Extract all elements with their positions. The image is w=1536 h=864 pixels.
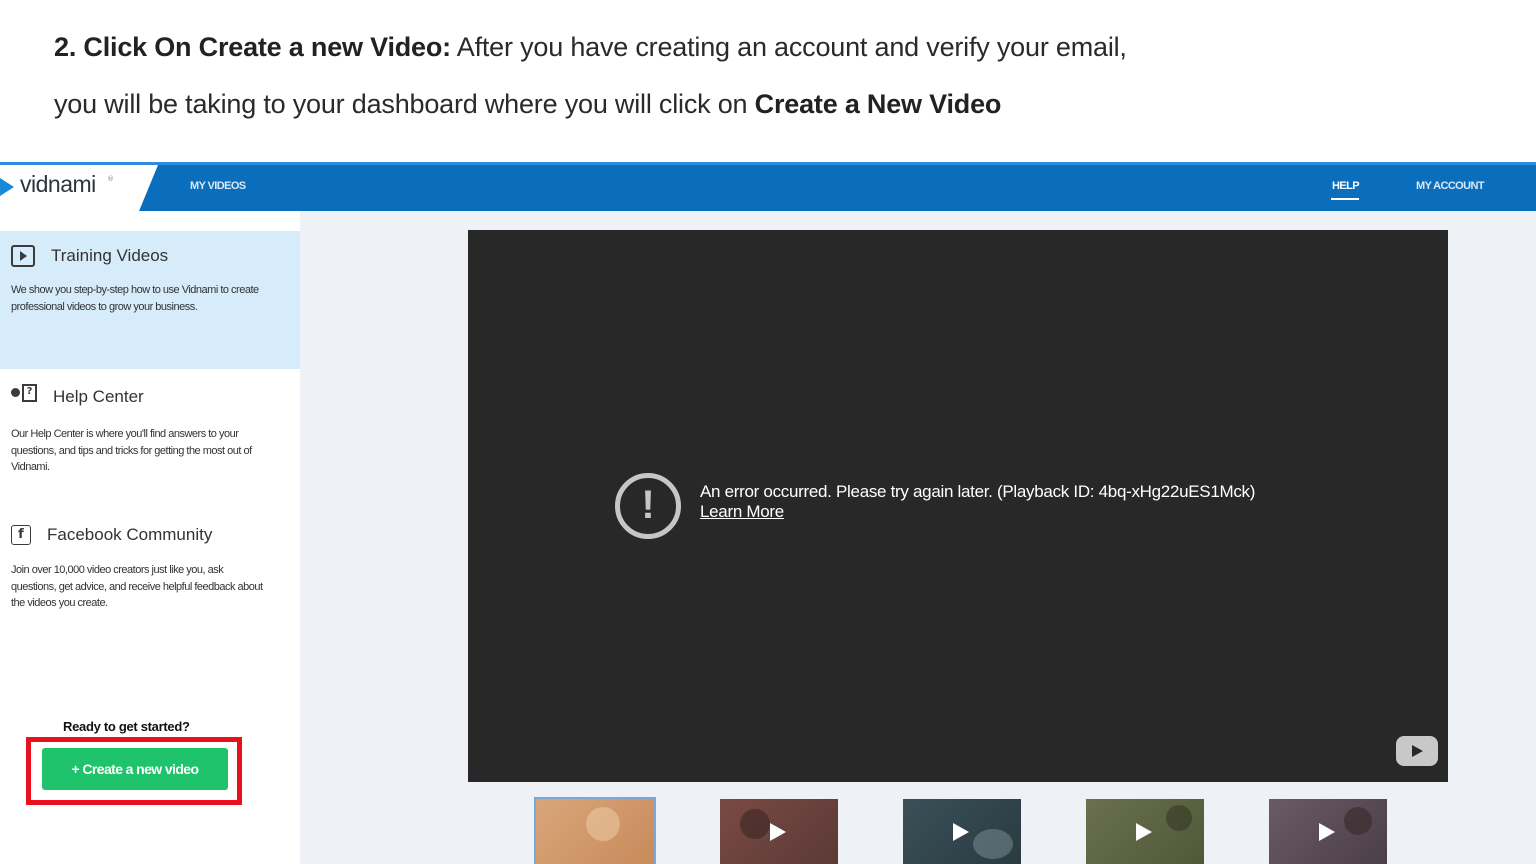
logo-text: vidnami (20, 171, 96, 197)
thumbnail-figure (973, 829, 1013, 859)
card-header: Help Center (11, 384, 144, 408)
nav-help[interactable]: HELP (1332, 180, 1360, 192)
logo[interactable]: vidnami ® (0, 165, 158, 211)
logo-play-icon (0, 178, 14, 196)
help-person-icon (11, 384, 37, 408)
sidebar-card-facebook-community[interactable]: f Facebook Community Join over 10,000 vi… (0, 507, 300, 667)
play-icon (1136, 823, 1152, 841)
instruction-step-title: 2. Click On Create a new Video: (54, 32, 451, 62)
youtube-icon[interactable] (1396, 736, 1438, 766)
instruction-highlight: Create a New Video (754, 89, 1002, 119)
ready-to-start-label: Ready to get started? (63, 719, 190, 734)
card-title: Help Center (53, 387, 144, 406)
sidebar-card-help-center[interactable]: Help Center Our Help Center is where you… (0, 369, 300, 507)
video-thumbnail[interactable] (1269, 799, 1387, 864)
instruction-text: After you have creating an account and v… (450, 32, 1127, 62)
video-thumbnail[interactable] (534, 797, 656, 864)
facebook-icon: f (11, 525, 31, 545)
card-description: We show you step-by-step how to use Vidn… (11, 284, 259, 313)
video-thumbnail[interactable] (903, 799, 1021, 864)
error-icon: ! (615, 473, 681, 539)
instruction-text: you will be taking to your dashboard whe… (54, 89, 755, 119)
card-description: Our Help Center is where you'll find ans… (11, 428, 252, 473)
learn-more-link[interactable]: Learn More (700, 502, 784, 522)
video-play-icon (11, 245, 35, 267)
logo-registered-mark: ® (107, 175, 114, 183)
play-icon (1319, 823, 1335, 841)
nav-my-account[interactable]: MY ACCOUNT (1416, 180, 1485, 192)
card-title: Training Videos (51, 246, 169, 265)
thumbnail-figure (586, 807, 620, 841)
create-new-video-button[interactable]: + Create a new video (42, 748, 228, 790)
app-screenshot: vidnami ® MY VIDEOS HELP MY ACCOUNT Trai… (0, 162, 1536, 864)
video-thumbnail[interactable] (1086, 799, 1204, 864)
thumbnail-figure (740, 809, 770, 839)
play-icon (953, 823, 969, 841)
video-player[interactable]: ! An error occurred. Please try again la… (468, 230, 1448, 782)
sidebar-card-training-videos[interactable]: Training Videos We show you step-by-step… (0, 231, 300, 369)
card-title: Facebook Community (47, 525, 213, 544)
sidebar: Training Videos We show you step-by-step… (0, 211, 300, 864)
player-error-message: An error occurred. Please try again late… (700, 482, 1256, 501)
video-thumbnail[interactable] (720, 799, 838, 864)
thumbnail-figure (1344, 807, 1372, 835)
card-description: Join over 10,000 video creators just lik… (11, 564, 263, 609)
nav-active-underline (1331, 198, 1359, 200)
card-header: f Facebook Community (11, 525, 212, 545)
instruction-line-1: 2. Click On Create a new Video: After yo… (54, 32, 1127, 63)
thumbnail-figure (1166, 805, 1192, 831)
instruction-line-2: you will be taking to your dashboard whe… (54, 89, 1001, 120)
top-navbar: vidnami ® MY VIDEOS HELP MY ACCOUNT (0, 162, 1536, 211)
nav-my-videos[interactable]: MY VIDEOS (190, 180, 246, 192)
card-header: Training Videos (11, 245, 168, 267)
play-icon (770, 823, 786, 841)
